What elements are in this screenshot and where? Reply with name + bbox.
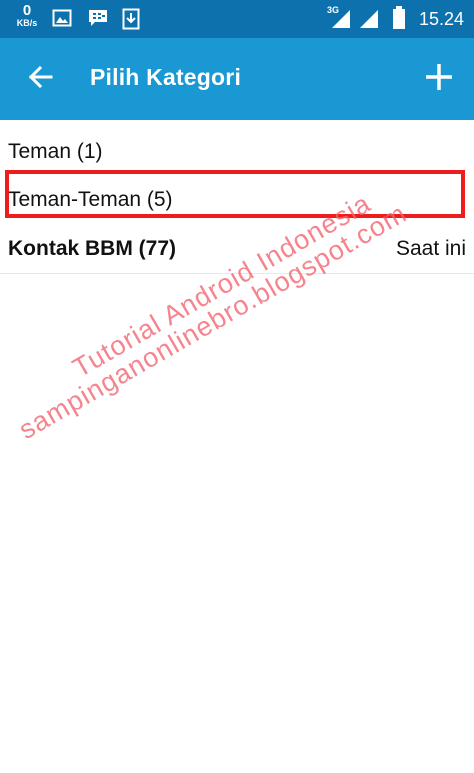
current-category-indicator: Saat ini <box>395 237 466 260</box>
battery-icon <box>392 6 406 35</box>
back-button[interactable] <box>18 59 62 99</box>
signal-icon <box>330 9 352 34</box>
add-category-button[interactable] <box>418 58 460 100</box>
category-label: Teman (1) <box>8 140 103 163</box>
category-label: Kontak BBM (77) <box>8 237 177 260</box>
category-item-teman[interactable]: Teman (1) <box>0 128 474 176</box>
plus-icon <box>424 62 454 97</box>
arrow-left-icon <box>27 65 53 94</box>
download-icon <box>122 8 140 35</box>
network-speed-indicator: 0 KB/s <box>12 3 42 28</box>
network-speed-unit: KB/s <box>16 18 38 28</box>
network-speed-value: 0 <box>22 2 32 19</box>
status-bar: 0 KB/s 3G 15.24 <box>0 0 474 38</box>
bbm-icon <box>87 8 109 33</box>
signal-icon <box>358 9 380 34</box>
clock: 15.24 <box>418 9 464 29</box>
image-icon <box>52 8 72 33</box>
page-title: Pilih Kategori <box>90 64 242 90</box>
app-bar: Pilih Kategori <box>0 38 474 120</box>
